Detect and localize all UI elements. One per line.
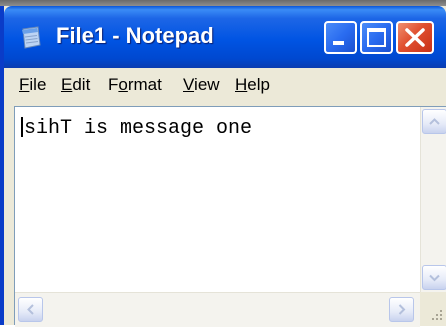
- editor-area: sihT is message one: [14, 106, 446, 327]
- text-caret: [21, 117, 23, 137]
- maximize-button[interactable]: [360, 21, 393, 54]
- text-edit-area[interactable]: sihT is message one: [15, 107, 415, 292]
- maximize-icon: [367, 28, 386, 47]
- minimize-button[interactable]: [324, 21, 357, 54]
- size-grip[interactable]: [420, 292, 446, 326]
- chevron-right-icon: [398, 304, 406, 315]
- scroll-left-button[interactable]: [18, 297, 43, 322]
- resize-grip-icon: [432, 310, 442, 320]
- minimize-icon: [333, 41, 344, 45]
- title-bar[interactable]: File1 - Notepad: [4, 6, 446, 68]
- menu-view[interactable]: View: [183, 75, 220, 95]
- scroll-down-button[interactable]: [422, 265, 446, 290]
- chevron-down-icon: [429, 274, 440, 282]
- notepad-window: File1 - Notepad File Edit Format View He…: [0, 6, 446, 327]
- close-button[interactable]: [396, 21, 434, 54]
- scroll-up-button[interactable]: [422, 109, 446, 134]
- vertical-scrollbar[interactable]: [420, 107, 446, 292]
- horizontal-scrollbar[interactable]: [15, 292, 420, 327]
- menu-help[interactable]: Help: [235, 75, 270, 95]
- scroll-right-button[interactable]: [389, 297, 414, 322]
- window-title: File1 - Notepad: [56, 23, 214, 48]
- chevron-up-icon: [429, 118, 440, 125]
- menu-edit[interactable]: Edit: [61, 75, 90, 95]
- chevron-left-icon: [27, 304, 34, 315]
- editor-text: sihT is message one: [24, 117, 253, 140]
- menu-bar: File Edit Format View Help: [4, 68, 446, 102]
- notepad-icon: [22, 26, 41, 49]
- menu-format[interactable]: Format: [108, 75, 162, 95]
- close-icon: [405, 28, 425, 47]
- menu-file[interactable]: File: [19, 75, 46, 95]
